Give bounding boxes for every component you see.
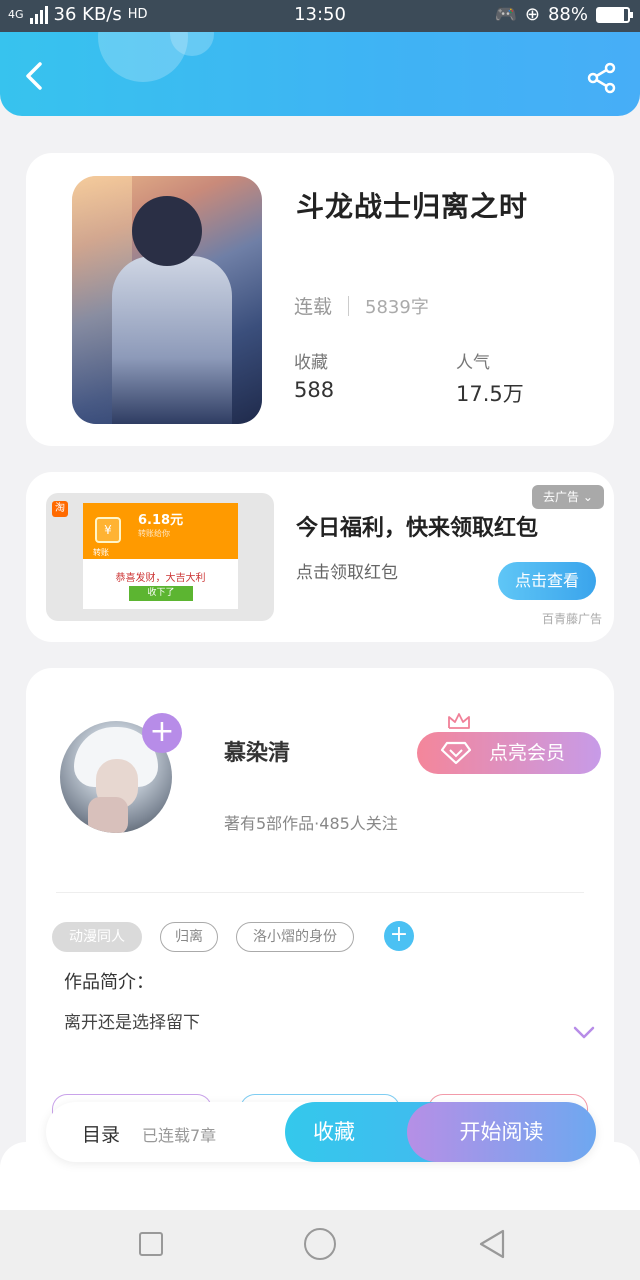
book-info-card: 斗龙战士归离之时 连载 5839字 收藏 588 人气 17.5万: [26, 153, 614, 446]
author-name: 慕染清: [224, 741, 291, 766]
tag-0[interactable]: 动漫同人: [52, 922, 142, 952]
ad-image-sub: 转账给你: [138, 529, 170, 538]
ad-image-amount: 6.18元: [138, 513, 184, 528]
favorites-label: 收藏: [294, 353, 328, 373]
chapter-count: 已连载7章: [142, 1126, 217, 1145]
vip-button-label: 点亮会员: [489, 742, 566, 764]
word-count: 5839字: [365, 296, 429, 318]
ad-source: 百青藤广告: [541, 612, 602, 626]
follow-plus-button[interactable]: +: [142, 713, 182, 753]
battery-icon: [596, 6, 633, 23]
battery-percent: 88%: [547, 4, 588, 25]
serial-status: 连载: [294, 296, 333, 318]
ad-title: 今日福利，快来领取红包: [296, 516, 539, 541]
game-icon: 🎮: [494, 4, 517, 25]
ad-image-received: 收下了: [129, 586, 193, 601]
crown-icon: [448, 713, 470, 729]
red-packet-icon: ¥: [95, 517, 121, 543]
tag-2[interactable]: 洛小熠的身份: [236, 922, 354, 952]
popularity-label: 人气: [456, 353, 490, 373]
remove-ad-label: 去广告: [543, 490, 580, 504]
back-arrow-icon[interactable]: [20, 60, 52, 92]
ad-image-wish: 恭喜发财，大吉大利: [115, 573, 206, 584]
share-icon[interactable]: [586, 62, 618, 94]
intro-label: 作品简介：: [64, 972, 154, 993]
home-icon[interactable]: [304, 1228, 336, 1260]
taobao-icon: 淘: [52, 501, 68, 517]
back-triangle-icon[interactable]: [478, 1228, 506, 1260]
bottom-action-bar: 目录 已连载7章 收藏 开始阅读: [46, 1102, 596, 1162]
book-title: 斗龙战士归离之时: [296, 190, 529, 223]
status-bar: 4G 36 KB/s HD 13:50 🎮 ⊕ 88%: [0, 0, 640, 32]
ad-card[interactable]: 淘 ¥ 6.18元 转账给你 转账 恭喜发财，大吉大利 收下了 去广告 ⌄ 今日…: [26, 472, 614, 642]
top-header: [0, 32, 640, 116]
book-status-line: 连载 5839字: [294, 292, 429, 319]
expand-chevron-icon[interactable]: [572, 1024, 596, 1040]
ad-subtitle: 点击领取红包: [296, 563, 398, 583]
system-nav-bar: [0, 1210, 640, 1280]
favorites-value: 588: [294, 378, 335, 402]
ad-image-small: 转账: [93, 548, 109, 557]
add-tag-button[interactable]: +: [384, 921, 414, 951]
author-info: 著有5部作品·485人关注: [224, 814, 398, 833]
diamond-icon: [441, 741, 471, 765]
recent-apps-icon[interactable]: [139, 1232, 163, 1256]
rotation-lock-icon: ⊕: [524, 4, 540, 25]
remove-ad-button[interactable]: 去广告 ⌄: [532, 485, 604, 509]
start-reading-button[interactable]: 开始阅读: [407, 1102, 596, 1162]
popularity-value: 17.5万: [456, 382, 524, 406]
tag-1[interactable]: 归离: [160, 922, 218, 952]
intro-text: 离开还是选择留下: [64, 1013, 200, 1033]
catalog-button[interactable]: 目录: [82, 1120, 120, 1147]
chevron-down-icon: ⌄: [582, 490, 593, 504]
ad-image[interactable]: 淘 ¥ 6.18元 转账给你 转账 恭喜发财，大吉大利 收下了: [46, 493, 274, 621]
vip-button[interactable]: 点亮会员: [417, 713, 601, 774]
book-cover[interactable]: [72, 176, 262, 424]
divider: [56, 892, 584, 893]
ad-view-button[interactable]: 点击查看: [498, 562, 596, 600]
